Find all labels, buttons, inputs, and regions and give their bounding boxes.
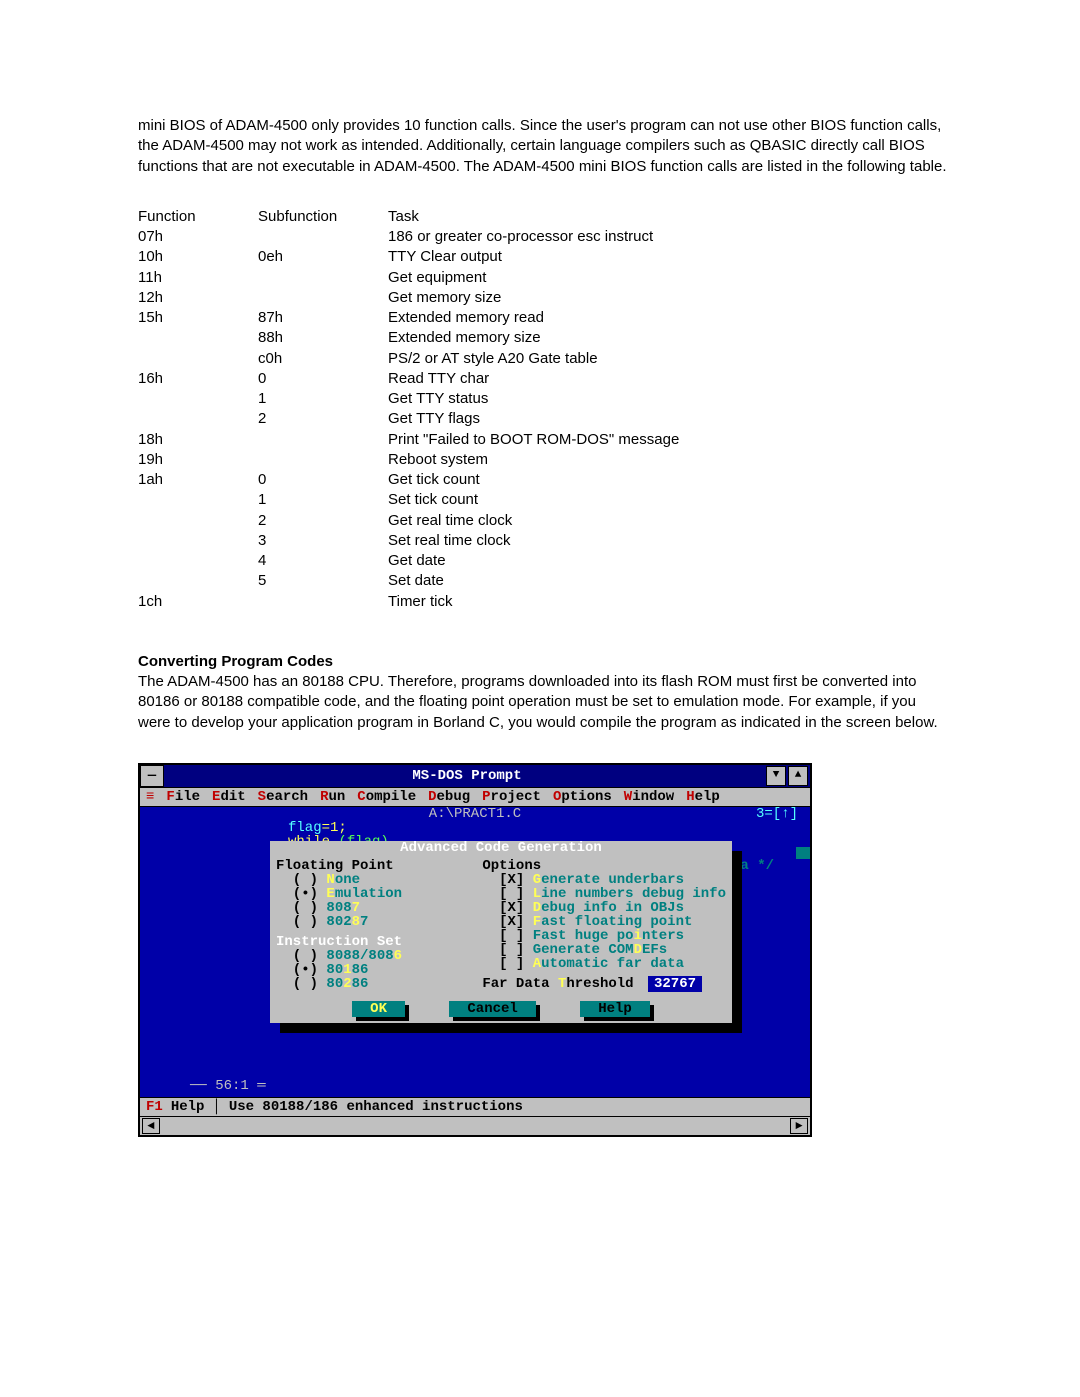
statusbar: F1 Help │ Use 80188/186 enhanced instruc… [140, 1097, 810, 1116]
table-row: 18hPrint "Failed to BOOT ROM-DOS" messag… [138, 430, 689, 450]
radio-fp-none[interactable]: ( ) None [276, 873, 464, 887]
table-row: 1Set tick count [138, 490, 689, 510]
menu-help[interactable]: Help [686, 789, 720, 805]
menu-window[interactable]: Window [624, 789, 674, 805]
cursor-position: ── 56:1 ═ [190, 1079, 266, 1093]
table-row: 1Get TTY status [138, 389, 689, 409]
radio-fp-emulation[interactable]: (•) Emulation [276, 887, 464, 901]
menu-project[interactable]: Project [482, 789, 541, 805]
status-message: Use 80188/186 enhanced instructions [229, 1100, 523, 1114]
menu-options[interactable]: Options [553, 789, 612, 805]
dialog-title: Advanced Code Generation [270, 841, 732, 855]
far-data-threshold-row: Far Data Threshold 32767 [482, 977, 726, 991]
ok-button[interactable]: OK [352, 1001, 405, 1017]
trailing-text: ta */ [732, 859, 774, 873]
table-row: 07h186 or greater co-processor esc instr… [138, 227, 689, 247]
minimize-button[interactable]: ▼ [766, 766, 786, 786]
radio-fp-80287[interactable]: ( ) 80287 [276, 915, 464, 929]
checkbox-automatic-far-data[interactable]: [ ] Automatic far data [482, 957, 726, 971]
menu-compile[interactable]: Compile [357, 789, 416, 805]
checkbox-fast-huge-pointers[interactable]: [ ] Fast huge pointers [482, 929, 726, 943]
checkbox-generate-comdefs[interactable]: [ ] Generate COMDEFs [482, 943, 726, 957]
table-row: c0hPS/2 or AT style A20 Gate table [138, 349, 689, 369]
radio-instr-80286[interactable]: ( ) 80286 [276, 977, 464, 991]
table-row: 5Set date [138, 571, 689, 591]
converting-heading: Converting Program Codes [138, 652, 950, 672]
maximize-button[interactable]: ▲ [788, 766, 808, 786]
table-row: 3Set real time clock [138, 531, 689, 551]
th-function: Function [138, 207, 258, 227]
window-number: 3=[↑] [756, 807, 798, 821]
table-header-row: Function Subfunction Task [138, 207, 689, 227]
menu-search[interactable]: Search [258, 789, 308, 805]
far-data-threshold-input[interactable]: 32767 [648, 976, 702, 992]
table-row: 1ah0Get tick count [138, 470, 689, 490]
menu-run[interactable]: Run [320, 789, 345, 805]
table-row: 4Get date [138, 551, 689, 571]
th-subfunction: Subfunction [258, 207, 388, 227]
menu-system-icon[interactable]: ≡ [146, 790, 154, 804]
options-header: Options [482, 859, 726, 873]
menu-file[interactable]: File [166, 789, 200, 805]
scroll-left-icon[interactable]: ◄ [142, 1118, 160, 1134]
checkbox-line-numbers-debug-info[interactable]: [ ] Line numbers debug info [482, 887, 726, 901]
menu-debug[interactable]: Debug [428, 789, 470, 805]
instruction-set-header: Instruction Set [276, 935, 464, 949]
table-row: 11hGet equipment [138, 268, 689, 288]
radio-fp-8087[interactable]: ( ) 8087 [276, 901, 464, 915]
table-row: 15h87hExtended memory read [138, 308, 689, 328]
checkbox-debug-info-in-objs[interactable]: [X] Debug info in OBJs [482, 901, 726, 915]
horizontal-scrollbar[interactable]: ◄ ► [140, 1116, 810, 1135]
scrollbar-thumb[interactable] [796, 847, 810, 859]
converting-paragraph: The ADAM-4500 has an 80188 CPU. Therefor… [138, 672, 950, 733]
table-row: 2Get real time clock [138, 511, 689, 531]
help-button[interactable]: Help [580, 1001, 650, 1017]
menubar: ≡ File Edit Search Run Compile Debug Project Op… [140, 788, 810, 807]
table-row: 88hExtended memory size [138, 328, 689, 348]
cancel-button[interactable]: Cancel [449, 1001, 535, 1017]
table-row: 19hReboot system [138, 450, 689, 470]
table-row: 2Get TTY flags [138, 409, 689, 429]
status-f1: F1 [146, 1100, 163, 1114]
file-label: A:\PRACT1.C [429, 807, 521, 821]
status-help: Help [171, 1100, 205, 1114]
table-row: 16h0Read TTY char [138, 369, 689, 389]
dos-window: — MS-DOS Prompt ▼ ▲ ≡ File Edit Search Run C… [138, 763, 812, 1137]
titlebar: — MS-DOS Prompt ▼ ▲ [140, 765, 810, 788]
window-title: MS-DOS Prompt [168, 769, 766, 783]
checkbox-fast-floating-point[interactable]: [X] Fast floating point [482, 915, 726, 929]
table-row: 1chTimer tick [138, 592, 689, 612]
intro-paragraph: mini BIOS of ADAM-4500 only provides 10 … [138, 116, 950, 177]
menu-edit[interactable]: Edit [212, 789, 246, 805]
th-task: Task [388, 207, 689, 227]
table-row: 10h0ehTTY Clear output [138, 247, 689, 267]
checkbox-generate-underbars[interactable]: [X] Generate underbars [482, 873, 726, 887]
radio-instr-8088-8086[interactable]: ( ) 8088/8086 [276, 949, 464, 963]
scroll-right-icon[interactable]: ► [790, 1118, 808, 1134]
bios-function-table: Function Subfunction Task 07h186 or grea… [138, 207, 689, 612]
editor-client: A:\PRACT1.C 3=[↑] flag=1; while (flag) t… [140, 807, 810, 1097]
radio-instr-80186[interactable]: (•) 80186 [276, 963, 464, 977]
advanced-codegen-dialog: Advanced Code Generation Floating Point … [270, 841, 732, 1023]
system-menu-icon[interactable]: — [140, 765, 164, 787]
floating-point-header: Floating Point [276, 859, 464, 873]
table-row: 12hGet memory size [138, 288, 689, 308]
